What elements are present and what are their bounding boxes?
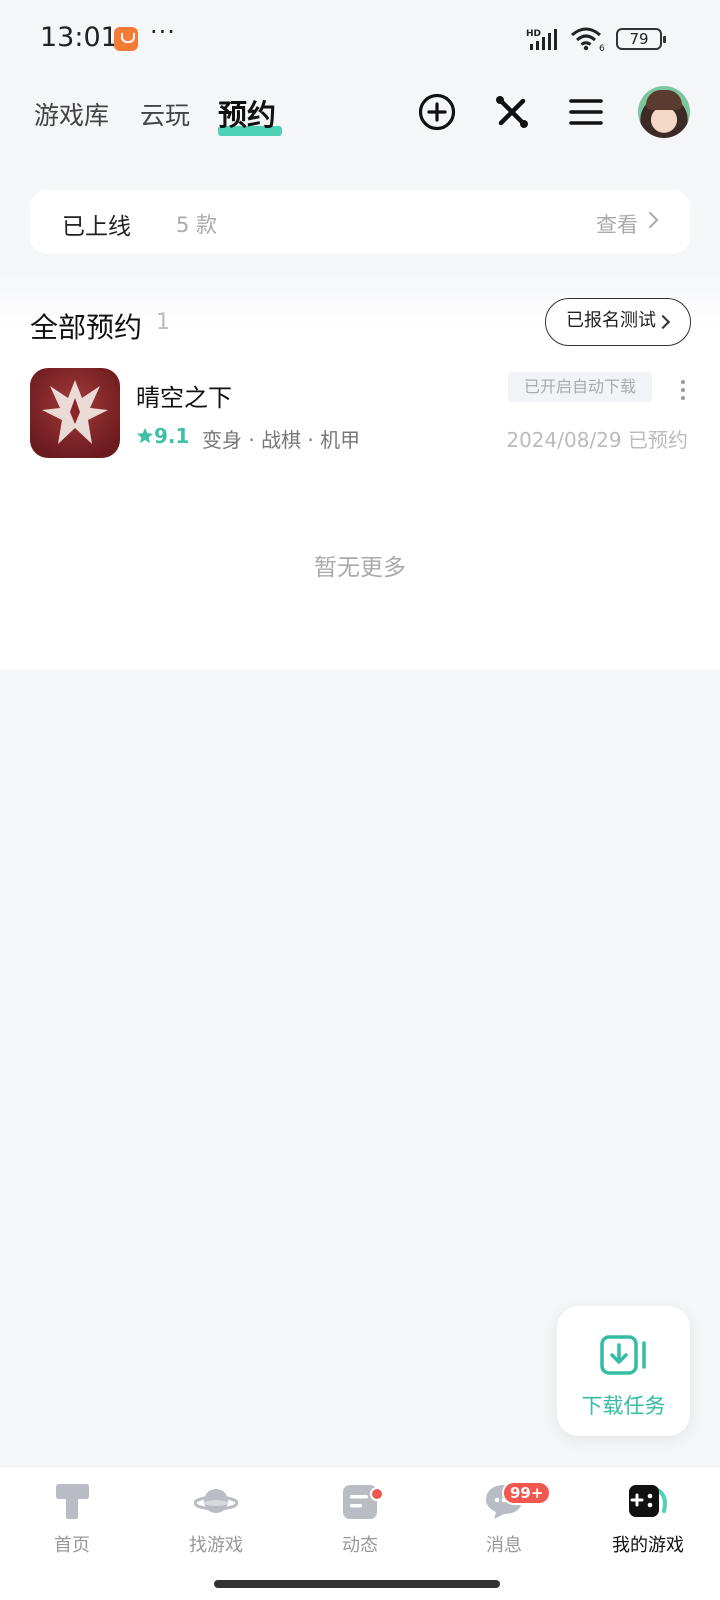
- bottom-nav-home-label: 首页: [54, 1535, 90, 1556]
- tab-cloud-play[interactable]: 云玩: [140, 96, 190, 132]
- signed-up-tests-label: 已报名测试: [566, 310, 656, 331]
- reservations-section: 全部预约 1 已报名测试 晴空之下 9.1 变身 · 战棋 · 机甲 已开启自动…: [0, 270, 720, 670]
- planet-icon: [194, 1489, 238, 1513]
- status-bar: 13:01 ··· HD 6 79: [0, 0, 720, 80]
- download-tasks-label: 下载任务: [581, 1394, 666, 1418]
- wifi-icon: 6: [571, 27, 605, 52]
- list-item[interactable]: 晴空之下 9.1 变身 · 战棋 · 机甲 已开启自动下载 2024/08/29…: [0, 368, 720, 464]
- download-tasks-button[interactable]: 下载任务: [557, 1306, 690, 1436]
- star-icon: [136, 427, 154, 444]
- bottom-nav-find-games[interactable]: 找游戏: [156, 1481, 276, 1557]
- notification-dot: [370, 1487, 384, 1501]
- game-tags: 变身 · 战棋 · 机甲: [202, 428, 361, 452]
- online-games-card[interactable]: 已上线 5 款 查看: [30, 190, 690, 254]
- status-right: HD 6 79: [526, 24, 666, 54]
- bottom-nav-my-games[interactable]: 我的游戏: [588, 1481, 708, 1557]
- home-indicator[interactable]: [214, 1580, 500, 1588]
- tools-icon[interactable]: [492, 92, 532, 132]
- game-name: 晴空之下: [136, 384, 232, 412]
- signal-icon: HD: [526, 29, 557, 50]
- menu-icon[interactable]: [566, 92, 606, 132]
- tab-reservations[interactable]: 预约: [218, 92, 276, 134]
- shopping-app-icon: [114, 27, 138, 51]
- reservation-date-status: 2024/08/29 已预约: [506, 428, 688, 452]
- battery-indicator: 79: [616, 28, 666, 50]
- status-time: 13:01: [40, 22, 118, 53]
- bottom-nav-home[interactable]: 首页: [12, 1481, 132, 1557]
- bottom-nav-messages-label: 消息: [486, 1535, 522, 1556]
- reservations-title: 全部预约: [30, 311, 143, 344]
- reservations-count: 1: [156, 310, 170, 335]
- download-icon: [600, 1335, 646, 1375]
- bottom-nav-my-games-label: 我的游戏: [612, 1535, 684, 1556]
- user-avatar[interactable]: [638, 86, 690, 138]
- top-nav: 游戏库 云玩 预约: [0, 84, 720, 144]
- signed-up-tests-button[interactable]: 已报名测试: [545, 298, 691, 346]
- add-circle-icon[interactable]: [417, 92, 457, 132]
- bottom-nav-feed-label: 动态: [342, 1535, 378, 1556]
- more-vertical-icon[interactable]: [680, 378, 686, 402]
- auto-download-badge: 已开启自动下载: [508, 372, 652, 402]
- bottom-nav-feed[interactable]: 动态: [300, 1481, 420, 1557]
- bottom-nav-messages[interactable]: 99+ 消息: [444, 1481, 564, 1557]
- online-title: 已上线: [62, 214, 131, 240]
- home-icon: [56, 1484, 89, 1519]
- more-notifications-icon: ···: [150, 18, 176, 46]
- online-view-link[interactable]: 查看: [596, 209, 638, 239]
- network-label: HD: [526, 29, 541, 39]
- online-count: 5 款: [176, 213, 218, 237]
- tab-game-library[interactable]: 游戏库: [34, 96, 109, 132]
- chevron-right-icon: [641, 211, 659, 229]
- game-rating-value: 9.1: [154, 424, 190, 448]
- message-count-badge: 99+: [502, 1481, 552, 1505]
- game-logo-icon: [30, 368, 120, 458]
- no-more-text: 暂无更多: [314, 555, 406, 581]
- game-rating: 9.1: [136, 424, 189, 448]
- bottom-nav-find-games-label: 找游戏: [189, 1535, 243, 1556]
- wifi-sub-label: 6: [599, 44, 605, 52]
- chevron-right-icon: [655, 314, 671, 330]
- gamepad-icon: [629, 1485, 667, 1517]
